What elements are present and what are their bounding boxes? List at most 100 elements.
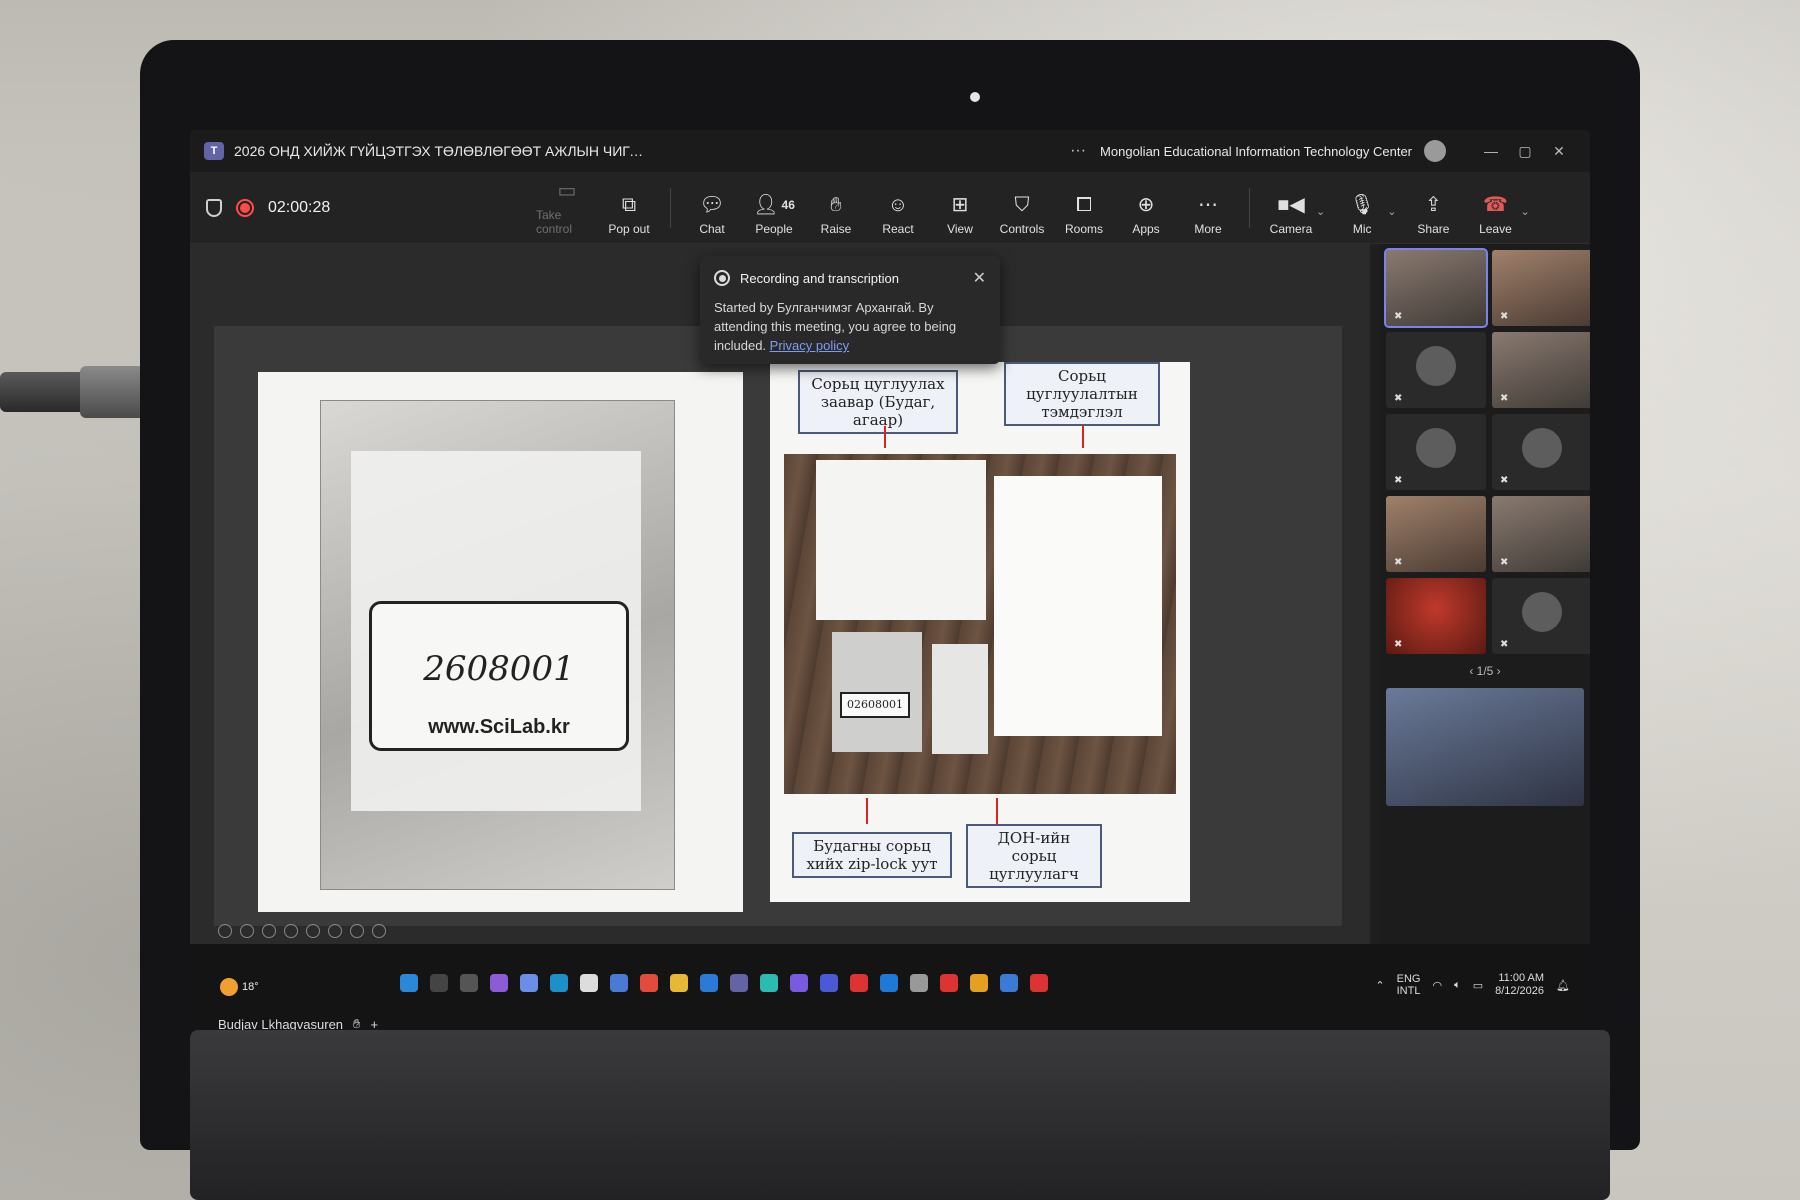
chat-button[interactable]: 💬︎ Chat	[681, 194, 743, 236]
label-url: www.SciLab.kr	[428, 716, 570, 738]
share-icon: ⇪	[1425, 193, 1442, 216]
windows-start-icon[interactable]	[400, 974, 418, 992]
app-icon[interactable]	[610, 974, 628, 992]
pen-icon[interactable]	[262, 924, 276, 938]
room-video-tile[interactable]	[1386, 688, 1584, 806]
participant-tile[interactable]: ✖	[1492, 414, 1590, 490]
search-icon[interactable]	[430, 974, 448, 992]
participant-tile[interactable]: ✖	[1386, 496, 1486, 572]
people-button[interactable]: 👤︎ 46 People	[743, 194, 805, 236]
laptop: T 2026 ОНД ХИЙЖ ГҮЙЦЭТГЭХ ТӨЛӨВЛӨГӨӨТ АЖ…	[140, 40, 1640, 1150]
maximize-button[interactable]: ▢	[1508, 143, 1542, 160]
privacy-policy-link[interactable]: Privacy policy	[770, 338, 849, 353]
view-button[interactable]: ⊞ View	[929, 194, 991, 236]
caption-log: Сорьц цуглуулалтын тэмдэглэл	[1004, 362, 1160, 426]
record-icon[interactable]	[350, 924, 364, 938]
recording-notification: Recording and transcription ✕ Started by…	[700, 256, 1000, 364]
app-icon[interactable]	[880, 974, 898, 992]
participant-tile[interactable]: ✖	[1384, 248, 1488, 328]
copilot-icon[interactable]	[490, 974, 508, 992]
task-view-icon[interactable]	[460, 974, 478, 992]
participant-tile[interactable]: ✖	[1386, 578, 1486, 654]
avatar	[1416, 428, 1456, 468]
camera-button[interactable]: ■◀ Camera	[1260, 194, 1322, 236]
rooms-button[interactable]: ⧠ Rooms	[1053, 194, 1115, 236]
mic-muted-icon: ✖	[1394, 393, 1403, 404]
app-icon[interactable]	[850, 974, 868, 992]
take-control-button[interactable]: ▭ Take control	[536, 180, 598, 236]
chevron-down-icon[interactable]: ⌄	[1387, 205, 1396, 218]
participant-tile[interactable]: ✖	[1492, 250, 1590, 326]
record-indicator-icon	[714, 270, 730, 286]
add-app-icon: ⊕	[1137, 193, 1155, 216]
participant-pager[interactable]: ‹ 1/5 ›	[1386, 664, 1584, 678]
pointer-icon[interactable]	[284, 924, 298, 938]
participant-tile[interactable]: ✖	[1386, 332, 1486, 408]
folder-icon[interactable]	[670, 974, 688, 992]
weather-widget[interactable]: 18°	[220, 978, 259, 996]
close-button[interactable]: ✕	[1542, 143, 1576, 160]
notification-icon[interactable]: 🔔︎	[1556, 979, 1570, 992]
chevron-down-icon[interactable]: ⌄	[1520, 205, 1529, 218]
outlook-icon[interactable]	[700, 974, 718, 992]
leave-button[interactable]: ☎︎ Leave	[1464, 194, 1526, 236]
participants-panel: ✖ ✖ ✖ ✖ ✖ ✖ ✖ ✖ ✖ ✖ ‹ 1/5 ›	[1380, 244, 1590, 944]
react-button[interactable]: ☺ React	[867, 194, 929, 236]
mic-muted-icon: ✖	[1394, 557, 1403, 568]
apps-button[interactable]: ⊕ Apps	[1115, 194, 1177, 236]
more-icon[interactable]	[372, 924, 386, 938]
teams-icon[interactable]	[730, 974, 748, 992]
clock[interactable]: 11:00 AM 8/12/2026	[1495, 972, 1544, 998]
store-icon[interactable]	[580, 974, 598, 992]
more-options-icon[interactable]: ···	[1070, 142, 1086, 160]
controls-button[interactable]: ⛉ Controls	[991, 194, 1053, 236]
zip-lock-bag: 2608001 www.SciLab.kr	[320, 400, 675, 890]
clock-date: 8/12/2026	[1495, 985, 1545, 997]
edge-icon[interactable]	[550, 974, 568, 992]
app-icon[interactable]	[760, 974, 778, 992]
wifi-icon[interactable]: ◠	[1432, 979, 1442, 992]
system-tray: ⌃ ENG INTL ◠ 🔈︎ ▭ 11:00 AM 8/12/2026 🔔︎	[1375, 972, 1570, 998]
close-icon[interactable]: ✕	[973, 268, 986, 288]
language-indicator[interactable]: ENG INTL	[1397, 973, 1421, 997]
shared-screen: 2608001 www.SciLab.kr Сорьц цуглуулах за…	[190, 244, 1370, 944]
more-button[interactable]: ⋯ More	[1177, 194, 1239, 236]
prev-slide-icon[interactable]	[218, 924, 232, 938]
chevron-down-icon[interactable]: ⌄	[1316, 205, 1325, 218]
volume-icon[interactable]: 🔈︎	[1454, 979, 1461, 992]
widgets-icon[interactable]	[520, 974, 538, 992]
chrome-icon[interactable]	[970, 974, 988, 992]
minimize-button[interactable]: —	[1474, 143, 1508, 159]
caption-instructions: Сорьц цуглуулах заавар (Будаг, агаар)	[798, 370, 958, 434]
viber-icon[interactable]	[790, 974, 808, 992]
participant-tile[interactable]: ✖	[1386, 414, 1486, 490]
participant-tile[interactable]: ✖	[1492, 578, 1590, 654]
mic-button[interactable]: 🎙︎ Mic	[1331, 194, 1393, 236]
chevron-up-icon[interactable]: ⌃	[1375, 979, 1384, 992]
presentation-slide: 2608001 www.SciLab.kr Сорьц цуглуулах за…	[214, 326, 1342, 926]
app-icon[interactable]	[1030, 974, 1048, 992]
react-label: React	[882, 221, 914, 236]
chrome-icon[interactable]	[640, 974, 658, 992]
meeting-status: 02:00:28	[206, 198, 536, 217]
app-icon[interactable]	[1000, 974, 1018, 992]
battery-icon[interactable]: ▭	[1473, 979, 1483, 992]
subtitle-icon[interactable]	[328, 924, 342, 938]
share-button[interactable]: ⇪ Share	[1402, 194, 1464, 236]
pop-out-icon: ⧉	[621, 193, 637, 216]
app-icon[interactable]	[820, 974, 838, 992]
app-icon[interactable]	[910, 974, 928, 992]
account-avatar[interactable]	[1424, 140, 1447, 162]
organization-name: Mongolian Educational Information Techno…	[1100, 143, 1413, 159]
toolbar-divider	[1249, 187, 1250, 228]
screen: T 2026 ОНД ХИЙЖ ГҮЙЦЭТГЭХ ТӨЛӨВЛӨГӨӨТ АЖ…	[190, 130, 1590, 1060]
participant-tile[interactable]: ✖	[1492, 496, 1590, 572]
mic-muted-icon: ✖	[1500, 557, 1509, 568]
app-icon[interactable]	[940, 974, 958, 992]
raise-hand-button[interactable]: ✋︎ Raise	[805, 194, 867, 236]
next-slide-icon[interactable]	[240, 924, 254, 938]
leave-label: Leave	[1479, 221, 1512, 236]
pop-out-button[interactable]: ⧉ Pop out	[598, 194, 660, 236]
participant-tile[interactable]: ✖	[1492, 332, 1590, 408]
zoom-icon[interactable]	[306, 924, 320, 938]
